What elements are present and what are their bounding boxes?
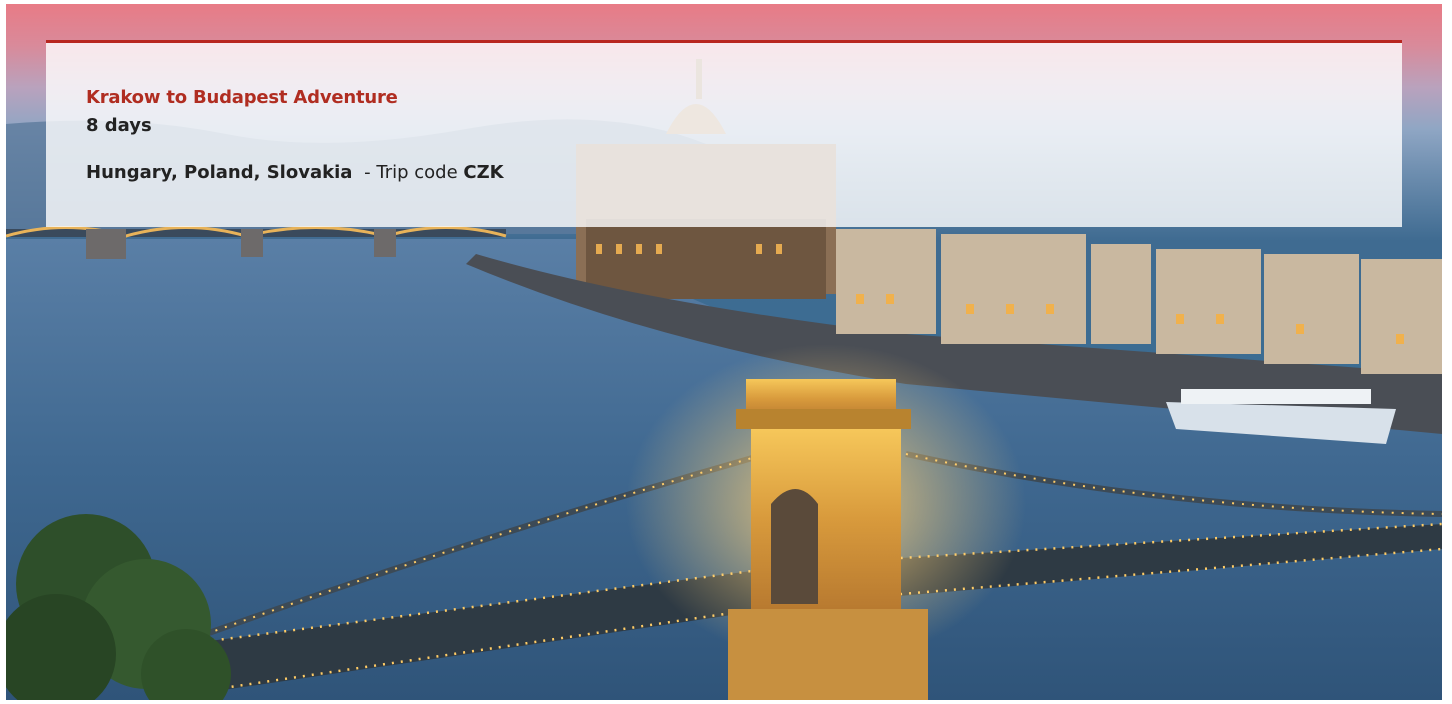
trip-code: CZK — [463, 162, 504, 183]
trip-info-panel: Krakow to Budapest Adventure 8 days Hung… — [46, 40, 1402, 227]
trip-countries: Hungary, Poland, Slovakia — [86, 162, 353, 183]
trip-meta: Hungary, Poland, Slovakia - Trip code CZ… — [86, 162, 504, 183]
trip-duration: 8 days — [86, 115, 152, 136]
trip-title[interactable]: Krakow to Budapest Adventure — [86, 87, 398, 108]
trip-code-label: - Trip code — [364, 162, 458, 183]
